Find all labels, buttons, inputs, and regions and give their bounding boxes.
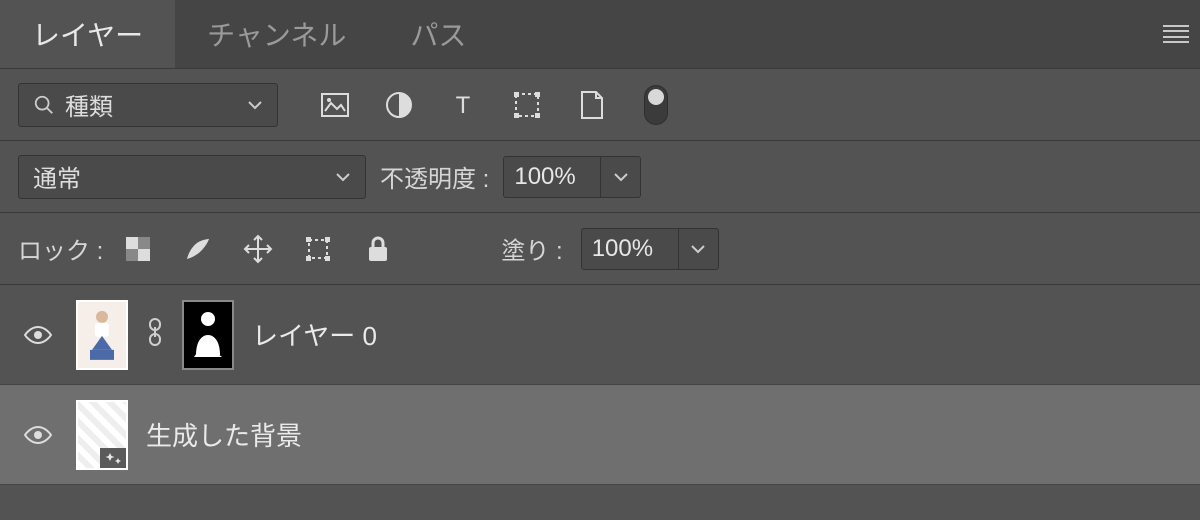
svg-text:T: T bbox=[456, 92, 471, 118]
layer-row[interactable]: レイヤー 0 bbox=[0, 285, 1200, 385]
layer-name[interactable]: 生成した背景 bbox=[146, 416, 302, 453]
panel-menu-icon[interactable] bbox=[1152, 0, 1200, 68]
layer-thumbnail[interactable] bbox=[76, 300, 128, 370]
tab-paths[interactable]: パス bbox=[378, 0, 498, 68]
smart-object-filter-icon[interactable] bbox=[574, 88, 608, 122]
pixel-layer-filter-icon[interactable] bbox=[318, 88, 352, 122]
filter-toggle[interactable] bbox=[644, 85, 668, 125]
layers-panel: レイヤー チャンネル パス 種類 T 通常 不透明度 : 10 bbox=[0, 0, 1200, 520]
lock-icons bbox=[121, 232, 395, 266]
adjustment-layer-filter-icon[interactable] bbox=[382, 88, 416, 122]
opacity-label: 不透明度 : bbox=[380, 159, 489, 194]
blend-mode-label: 通常 bbox=[33, 159, 81, 194]
chevron-down-icon bbox=[247, 100, 263, 110]
layer-mask-link-icon[interactable] bbox=[146, 317, 164, 352]
opacity-input[interactable]: 100% bbox=[503, 156, 641, 198]
fill-value[interactable]: 100% bbox=[581, 228, 679, 270]
lock-label: ロック : bbox=[18, 231, 103, 266]
layer-thumbnail[interactable] bbox=[76, 400, 128, 470]
filter-row: 種類 T bbox=[0, 68, 1200, 140]
tab-layers[interactable]: レイヤー bbox=[0, 0, 175, 68]
lock-artboard-icon[interactable] bbox=[301, 232, 335, 266]
lock-all-icon[interactable] bbox=[361, 232, 395, 266]
layer-mask-thumbnail[interactable] bbox=[182, 300, 234, 370]
layer-row[interactable]: 生成した背景 bbox=[0, 385, 1200, 485]
lock-row: ロック : 塗り : 100% bbox=[0, 212, 1200, 284]
visibility-toggle[interactable] bbox=[18, 425, 58, 445]
filter-icons: T bbox=[318, 85, 668, 125]
opacity-dropdown-button[interactable] bbox=[601, 156, 641, 198]
search-icon bbox=[33, 94, 55, 116]
lock-pixels-icon[interactable] bbox=[181, 232, 215, 266]
layers-list: レイヤー 0 生成した背景 bbox=[0, 284, 1200, 520]
shape-layer-filter-icon[interactable] bbox=[510, 88, 544, 122]
fill-label: 塗り : bbox=[501, 231, 562, 266]
fill-dropdown-button[interactable] bbox=[679, 228, 719, 270]
layer-name[interactable]: レイヤー 0 bbox=[252, 316, 377, 353]
panel-tabs: レイヤー チャンネル パス bbox=[0, 0, 1200, 68]
filter-type-select[interactable]: 種類 bbox=[18, 83, 278, 127]
lock-position-icon[interactable] bbox=[241, 232, 275, 266]
fill-input[interactable]: 100% bbox=[581, 228, 719, 270]
chevron-down-icon bbox=[335, 172, 351, 182]
opacity-value[interactable]: 100% bbox=[503, 156, 601, 198]
filter-type-label: 種類 bbox=[65, 87, 113, 122]
blend-mode-select[interactable]: 通常 bbox=[18, 155, 366, 199]
tab-channels[interactable]: チャンネル bbox=[175, 0, 378, 68]
generative-badge-icon bbox=[100, 448, 128, 470]
blend-row: 通常 不透明度 : 100% bbox=[0, 140, 1200, 212]
type-layer-filter-icon[interactable]: T bbox=[446, 88, 480, 122]
lock-transparency-icon[interactable] bbox=[121, 232, 155, 266]
visibility-toggle[interactable] bbox=[18, 325, 58, 345]
